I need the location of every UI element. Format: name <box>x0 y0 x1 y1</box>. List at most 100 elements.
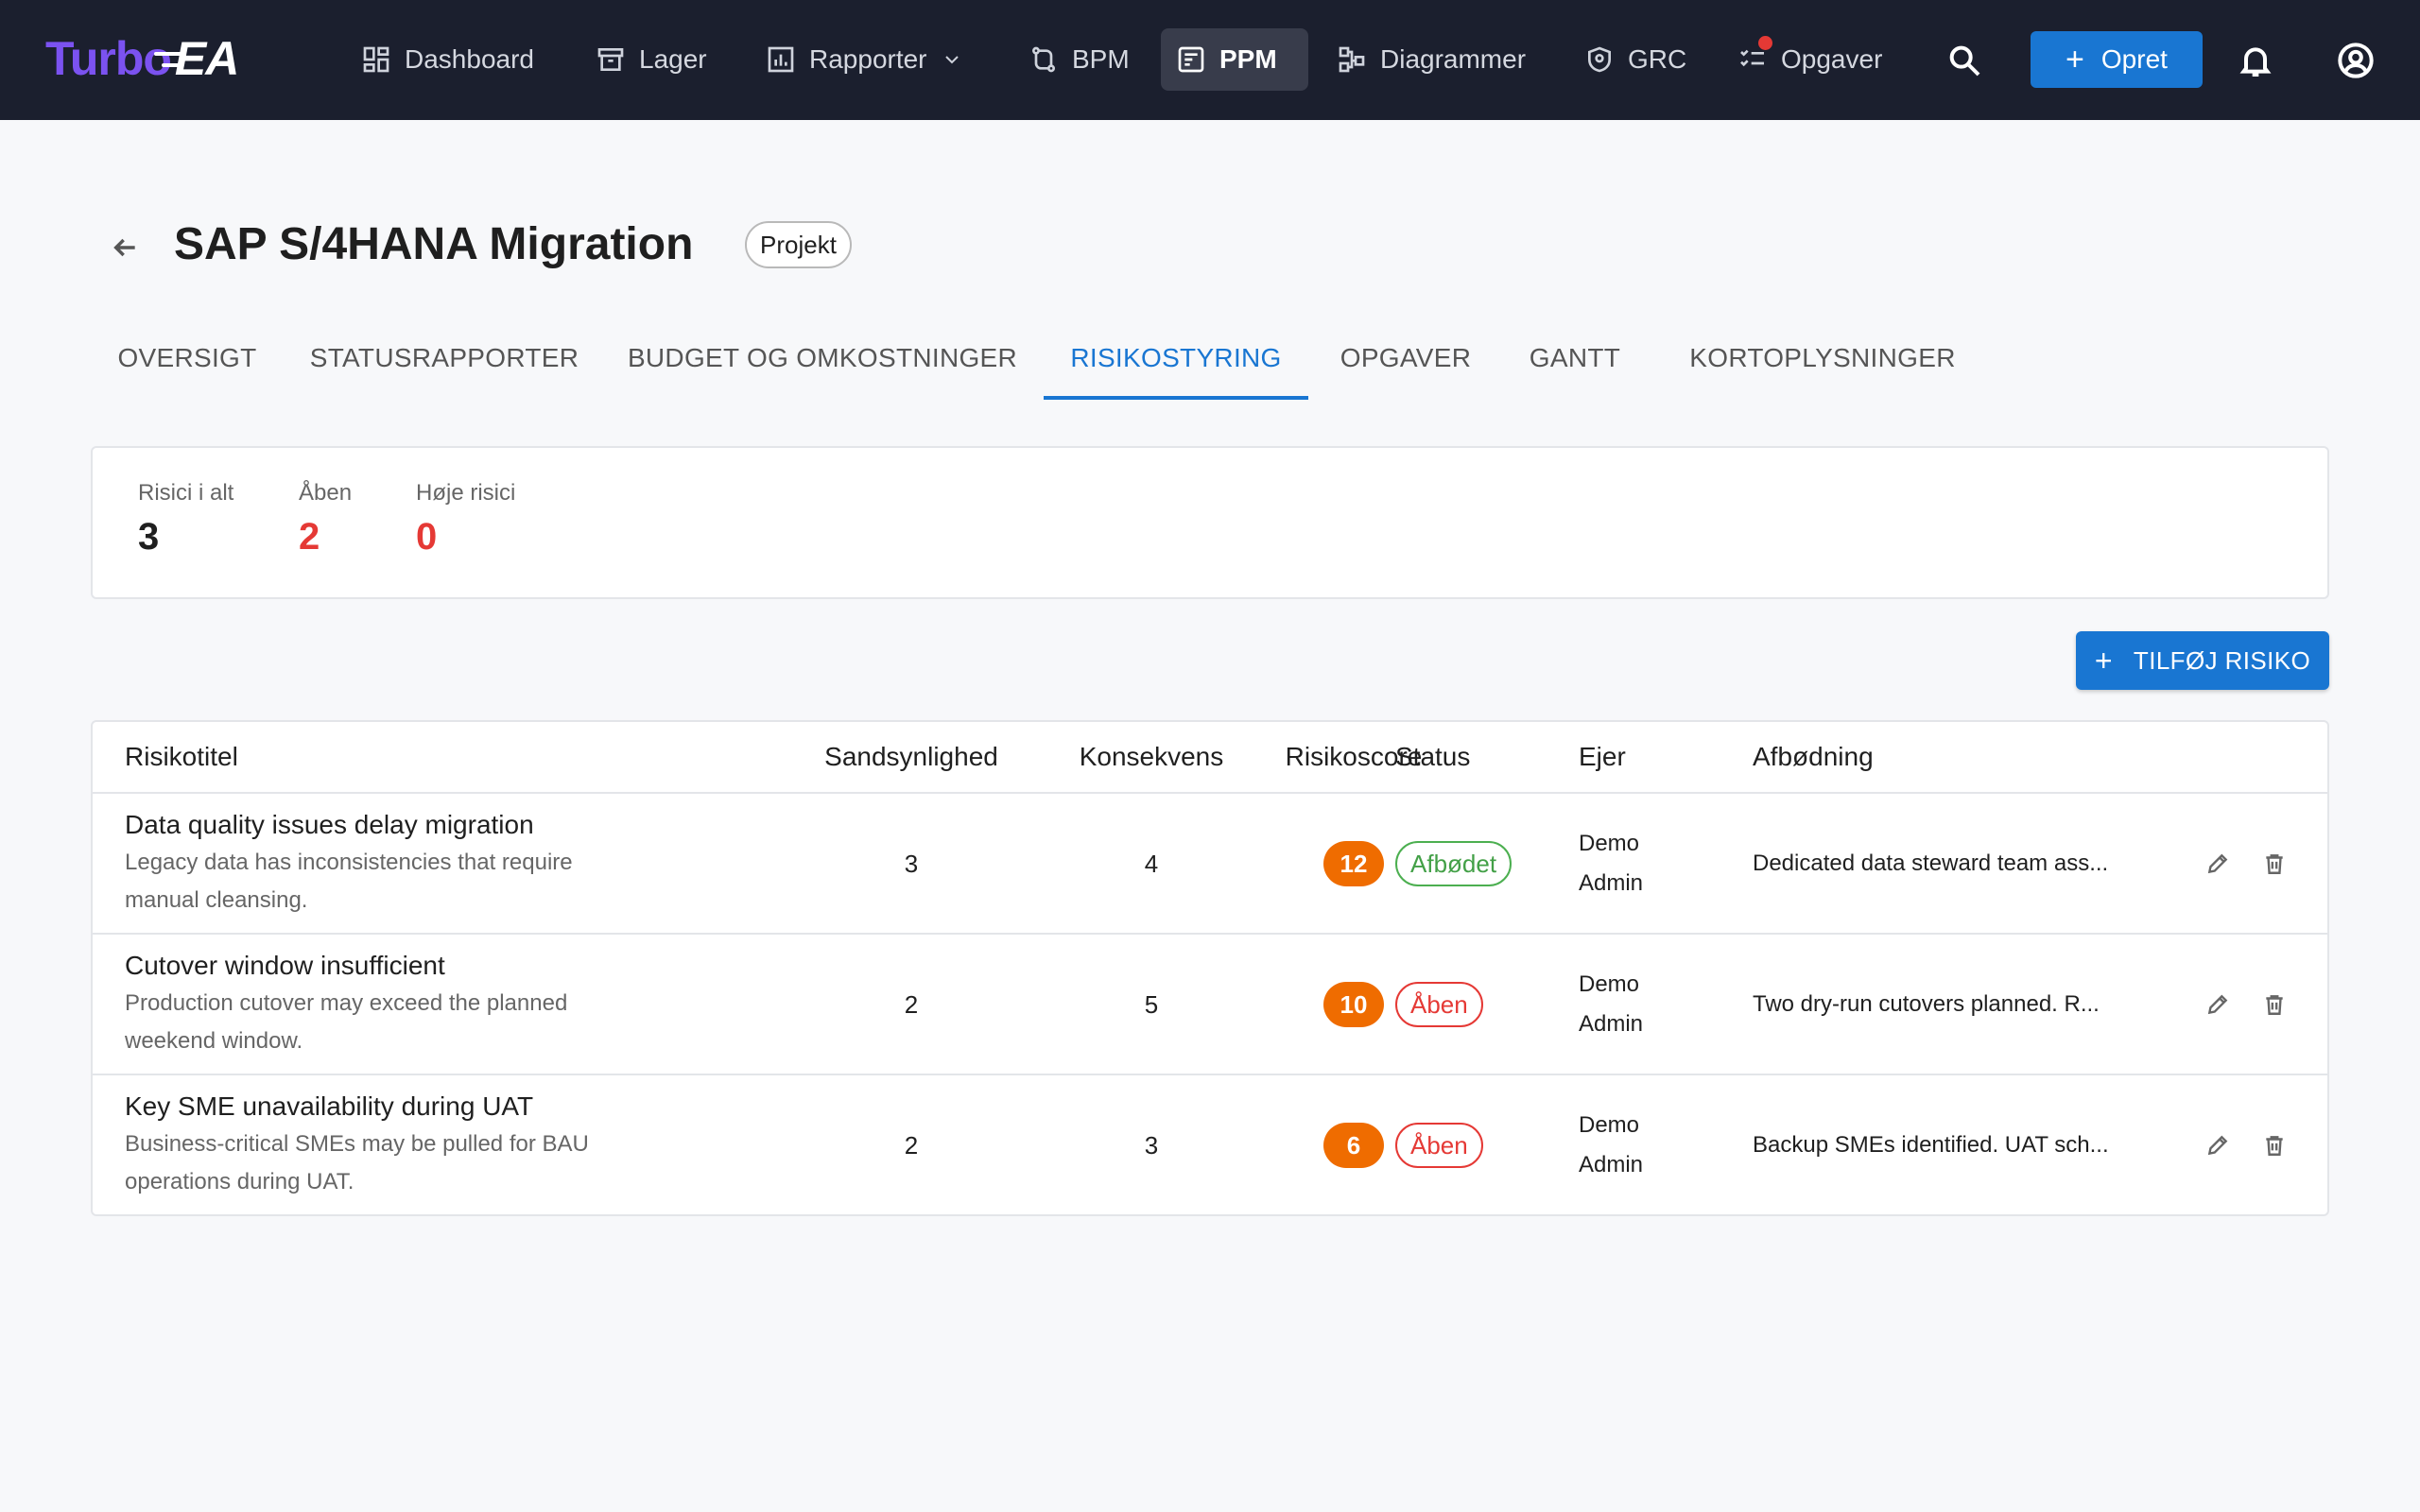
risk-title-cell: Cutover window insufficient Production c… <box>125 948 654 1061</box>
logo-text-ea: EA <box>153 32 239 85</box>
risk-title-cell: Data quality issues delay migration Lega… <box>125 807 654 920</box>
edit-risk-button[interactable] <box>2193 1121 2242 1170</box>
status-chip: Afbødet <box>1395 841 1512 886</box>
tab-gantt[interactable]: GANTT <box>1499 318 1651 399</box>
nav-item-rapporter[interactable]: Rapporter <box>751 28 978 91</box>
risk-description-line1: Production cutover may exceed the planne… <box>125 990 568 1016</box>
table-row[interactable]: Cutover window insufficient Production c… <box>93 933 2327 1073</box>
pencil-icon <box>2207 1135 2228 1156</box>
nav-label-ppm: PPM <box>1219 44 1277 74</box>
risk-description-line2: manual cleansing. <box>125 887 308 913</box>
bell-icon <box>2239 47 2272 77</box>
risk-title: Cutover window insufficient <box>125 951 445 980</box>
stat-open-label: Åben <box>299 480 353 506</box>
status-cell: Åben <box>1395 935 1483 1074</box>
stat-high-risks: Høje risici 0 <box>416 480 515 558</box>
tab-oversigt[interactable]: OVERSIGT <box>91 318 284 399</box>
mitigation-text: Dedicated data steward team ass... <box>1753 850 2109 876</box>
create-button[interactable]: + Opret <box>2031 31 2203 88</box>
owner-cell: Demo Admin <box>1579 935 1643 1074</box>
tab-statusrapporter[interactable]: STATUSRAPPORTER <box>293 318 596 399</box>
nav-item-bpm[interactable]: BPM <box>1013 28 1145 91</box>
delete-risk-button[interactable] <box>2250 980 2299 1029</box>
owner-line1: Demo <box>1579 971 1640 997</box>
stat-open-risks: Åben 2 <box>299 480 352 558</box>
add-risk-button[interactable]: + TILFØJ RISIKO <box>2076 631 2329 690</box>
owner-line2: Admin <box>1579 870 1644 896</box>
notifications-button[interactable] <box>2229 34 2282 87</box>
column-header-status[interactable]: Status <box>1395 722 1470 792</box>
column-header-owner[interactable]: Ejer <box>1579 722 1626 792</box>
risk-description-line2: weekend window. <box>125 1028 303 1054</box>
column-header-mitigation[interactable]: Afbødning <box>1753 722 1874 792</box>
risk-description-line1: Business-critical SMEs may be pulled for… <box>125 1131 589 1157</box>
delete-risk-button[interactable] <box>2250 839 2299 888</box>
owner-line1: Demo <box>1579 1112 1640 1138</box>
owner-cell: Demo Admin <box>1579 1075 1643 1215</box>
mitigation-text: Two dry-run cutovers planned. R... <box>1753 991 2100 1017</box>
add-risk-label: TILFØJ RISIKO <box>2133 645 2311 675</box>
top-navigation-bar: Turbo EA Dashboard Lager Rapporter BPM P… <box>0 0 2420 120</box>
active-tab-indicator <box>1044 396 1308 400</box>
account-button[interactable] <box>2329 34 2382 87</box>
search-icon <box>1949 45 1980 77</box>
process-icon <box>1032 46 1055 73</box>
mitigation-cell: Two dry-run cutovers planned. R... <box>1753 935 2100 1074</box>
risk-table: Risikotitel Sandsynlighed Konsekvens Ris… <box>91 720 2329 1216</box>
nav-item-lager[interactable]: Lager <box>580 28 722 91</box>
page-title: SAP S/4HANA Migration <box>174 219 694 269</box>
arrow-back-icon <box>113 238 135 257</box>
nav-label-bpm: BPM <box>1072 44 1130 74</box>
tab-risikostyring[interactable]: RISIKOSTYRING <box>1044 318 1308 399</box>
pencil-icon <box>2207 853 2228 874</box>
trash-icon <box>2266 995 2283 1015</box>
dashboard-icon <box>363 46 389 73</box>
chevron-down-icon <box>944 56 959 64</box>
nav-item-dashboard[interactable]: Dashboard <box>346 28 549 91</box>
create-button-label: Opret <box>2100 44 2168 74</box>
edit-risk-button[interactable] <box>2193 980 2242 1029</box>
status-cell: Åben <box>1395 1075 1483 1215</box>
diagram-icon <box>1339 46 1365 73</box>
status-chip: Åben <box>1395 982 1483 1027</box>
tab-opgaver[interactable]: OPGAVER <box>1320 318 1492 399</box>
stat-total-risks: Risici i alt 3 <box>138 480 233 558</box>
owner-cell: Demo Admin <box>1579 794 1643 934</box>
table-row[interactable]: Data quality issues delay migration Lega… <box>93 792 2327 932</box>
status-cell: Afbødet <box>1395 794 1512 934</box>
risk-score-badge: 10 <box>1323 982 1384 1027</box>
notification-dot <box>1758 36 1772 50</box>
owner-line2: Admin <box>1579 1152 1644 1177</box>
type-chip: Projekt <box>745 221 852 268</box>
risk-description-line1: Legacy data has inconsistencies that req… <box>125 850 573 875</box>
nav-label-opgaver: Opgaver <box>1781 44 1883 74</box>
trash-icon <box>2266 854 2283 874</box>
back-button[interactable] <box>104 227 146 268</box>
edit-risk-button[interactable] <box>2193 839 2242 888</box>
owner-line1: Demo <box>1579 831 1640 856</box>
owner-line2: Admin <box>1579 1011 1644 1037</box>
mitigation-text: Backup SMEs identified. UAT sch... <box>1753 1132 2109 1158</box>
nav-item-grc[interactable]: GRC <box>1569 28 1702 91</box>
archive-icon <box>597 48 624 71</box>
nav-item-opgaver[interactable]: Opgaver <box>1722 28 1897 91</box>
pencil-icon <box>2207 994 2228 1015</box>
risk-title: Data quality issues delay migration <box>125 810 534 839</box>
nav-item-diagrammer[interactable]: Diagrammer <box>1322 28 1541 91</box>
search-button[interactable] <box>1938 34 1991 87</box>
tab-kortoplysninger[interactable]: KORTOPLYSNINGER <box>1664 318 1981 399</box>
turbo-ea-logo[interactable]: Turbo EA <box>45 28 239 89</box>
risk-description-line2: operations during UAT. <box>125 1169 354 1194</box>
nav-label-diagrammer: Diagrammer <box>1380 44 1527 74</box>
shield-icon <box>1588 46 1611 73</box>
nav-item-ppm[interactable]: PPM <box>1161 28 1308 91</box>
column-header-title[interactable]: Risikotitel <box>125 722 238 792</box>
delete-risk-button[interactable] <box>2250 1121 2299 1170</box>
plus-icon: + <box>2094 644 2113 678</box>
risk-title-cell: Key SME unavailability during UAT Busine… <box>125 1089 654 1202</box>
risk-score-badge: 12 <box>1323 841 1384 886</box>
status-chip: Åben <box>1395 1123 1483 1168</box>
table-row[interactable]: Key SME unavailability during UAT Busine… <box>93 1074 2327 1213</box>
tab-budget-og-omkostninger[interactable]: BUDGET OG OMKOSTNINGER <box>605 318 1040 399</box>
risk-summary-card: Risici i alt 3 Åben 2 Høje risici 0 <box>91 446 2329 599</box>
